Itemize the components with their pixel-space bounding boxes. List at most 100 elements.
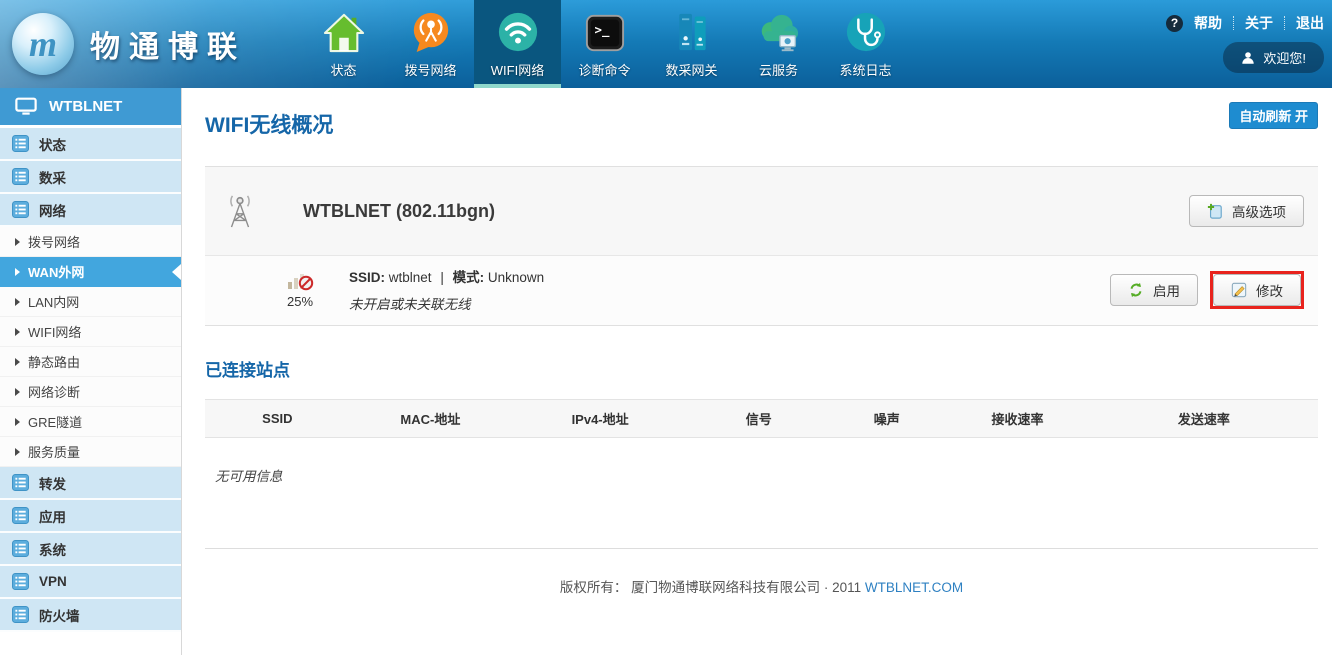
copyright-text: 版权所有： 厦门物通博联网络科技有限公司 · 2011 [560,580,861,595]
divider [1233,16,1234,30]
column-header-mac: MAC-地址 [350,400,511,438]
sidebar-item-label: WIFI网络 [28,322,81,341]
sidebar-item-label: 拨号网络 [28,232,80,251]
nav-tab-diagnostics[interactable]: >_ 诊断命令 [561,0,648,88]
sidebar-item-network[interactable]: 网络 [0,194,181,227]
sidebar-menu: 状态 数采 网络 拨号网络 WAN外网 LAN内网 [0,128,181,632]
sidebar-device-title: WTBLNET [49,98,122,115]
router-admin-screen: m 物通博联 状态 [0,0,1332,655]
mode-label: 模式: [453,270,485,285]
sidebar-item-vpn[interactable]: VPN [0,566,181,599]
mode-value: Unknown [488,270,544,285]
signal-indicator: 25% [279,270,321,309]
brand-logo: m 物通博联 [0,0,300,88]
list-icon [12,507,29,524]
sidebar-item-label: 防火墙 [39,605,80,625]
sidebar-item-qos[interactable]: 服务质量 [0,437,181,467]
refresh-icon [1128,282,1144,298]
page-footer: 版权所有： 厦门物通博联网络科技有限公司 · 2011 WTBLNET.COM [205,576,1318,596]
button-label: 修改 [1256,280,1283,300]
button-label: 高级选项 [1232,201,1286,221]
list-icon [12,168,29,185]
submenu-arrow-icon [15,238,20,246]
nav-tab-data-gateway[interactable]: 数采网关 [648,0,735,88]
column-header-ssid: SSID [205,400,350,438]
enable-button[interactable]: 启用 [1110,274,1198,306]
nav-tab-system-log[interactable]: 系统日志 [822,0,909,88]
nav-tab-label: 云服务 [759,60,798,79]
page-title: WIFI无线概况 [205,109,333,139]
list-icon [12,201,29,218]
sidebar-item-wan[interactable]: WAN外网 [0,257,181,287]
sidebar-item-label: 服务质量 [28,442,80,461]
wifi-device-header: WTBLNET (802.11bgn) 高级选项 [205,167,1318,256]
nav-tab-label: 系统日志 [839,60,891,79]
sidebar-item-forwarding[interactable]: 转发 [0,467,181,500]
sidebar-item-static-route[interactable]: 静态路由 [0,347,181,377]
sidebar-item-dial-network[interactable]: 拨号网络 [0,227,181,257]
sidebar-item-status[interactable]: 状态 [0,128,181,161]
nav-tab-dial-network[interactable]: 拨号网络 [387,0,474,88]
brand-sphere-icon: m [12,13,74,75]
sidebar-item-label: 状态 [39,134,66,154]
sidebar-item-label: 网络 [39,200,66,220]
submenu-arrow-icon [15,328,20,336]
sidebar-item-gre-tunnel[interactable]: GRE隧道 [0,407,181,437]
submenu-arrow-icon [15,418,20,426]
ssid-label: SSID: [349,270,385,285]
antenna-tower-icon [223,193,257,229]
wifi-icon [497,7,539,53]
about-link[interactable]: 关于 [1245,13,1273,33]
server-gateway-icon [672,7,712,53]
sidebar-item-label: LAN内网 [28,292,79,311]
nav-tab-status[interactable]: 状态 [300,0,387,88]
svg-text:>_: >_ [594,23,609,38]
list-icon [12,135,29,152]
divider: | [440,270,444,285]
cloud-service-icon [756,7,802,53]
sidebar-item-label: 应用 [39,506,66,526]
table-header-row: SSID MAC-地址 IPv4-地址 信号 噪声 接收速率 发送速率 [205,400,1318,438]
help-link[interactable]: 帮助 [1194,13,1222,33]
advanced-options-button[interactable]: 高级选项 [1189,195,1304,227]
nav-tab-label: WIFI网络 [491,60,544,79]
footer-link[interactable]: WTBLNET.COM [865,580,963,595]
list-icon [12,573,29,590]
nav-tab-cloud-service[interactable]: 云服务 [735,0,822,88]
sidebar-item-data-collect[interactable]: 数采 [0,161,181,194]
sidebar-item-net-diagnose[interactable]: 网络诊断 [0,377,181,407]
main-content: WIFI无线概况 自动刷新 开 WTBLNET (802.11bgn) [183,88,1332,655]
brand-name: 物通博联 [90,22,246,66]
sidebar-item-firewall[interactable]: 防火墙 [0,599,181,632]
highlight-box: 修改 [1210,271,1304,309]
advanced-page-icon [1207,203,1223,219]
nav-tab-label: 数采网关 [665,60,717,79]
header-user-area: ? 帮助 关于 退出 欢迎您! [1166,0,1332,88]
sidebar-item-wifi[interactable]: WIFI网络 [0,317,181,347]
column-header-signal: 信号 [689,400,828,438]
modify-button[interactable]: 修改 [1213,274,1301,306]
sidebar-item-lan[interactable]: LAN内网 [0,287,181,317]
sidebar-item-label: WAN外网 [28,262,84,281]
sidebar-item-application[interactable]: 应用 [0,500,181,533]
wifi-status-text: 未开启或未关联无线 [349,293,544,313]
button-label: 启用 [1153,280,1180,300]
nav-tab-label: 诊断命令 [578,60,630,79]
sidebar-item-label: 数采 [39,167,66,187]
column-header-noise: 噪声 [828,400,945,438]
sidebar-item-label: 转发 [39,473,66,493]
home-icon [323,7,365,53]
connected-stations-title: 已连接站点 [205,356,1318,381]
auto-refresh-toggle[interactable]: 自动刷新 开 [1229,102,1318,129]
wifi-overview-card: WTBLNET (802.11bgn) 高级选项 [205,166,1318,326]
logout-link[interactable]: 退出 [1296,13,1324,33]
list-icon [12,606,29,623]
dial-network-icon [410,7,452,53]
welcome-text: 欢迎您! [1263,48,1306,67]
nav-tab-wifi-network[interactable]: WIFI网络 [474,0,561,88]
list-icon [12,540,29,557]
column-header-tx-rate: 发送速率 [1090,400,1318,438]
sidebar-device-header[interactable]: WTBLNET [0,88,181,125]
sidebar-item-label: 网络诊断 [28,382,80,401]
sidebar-item-system[interactable]: 系统 [0,533,181,566]
